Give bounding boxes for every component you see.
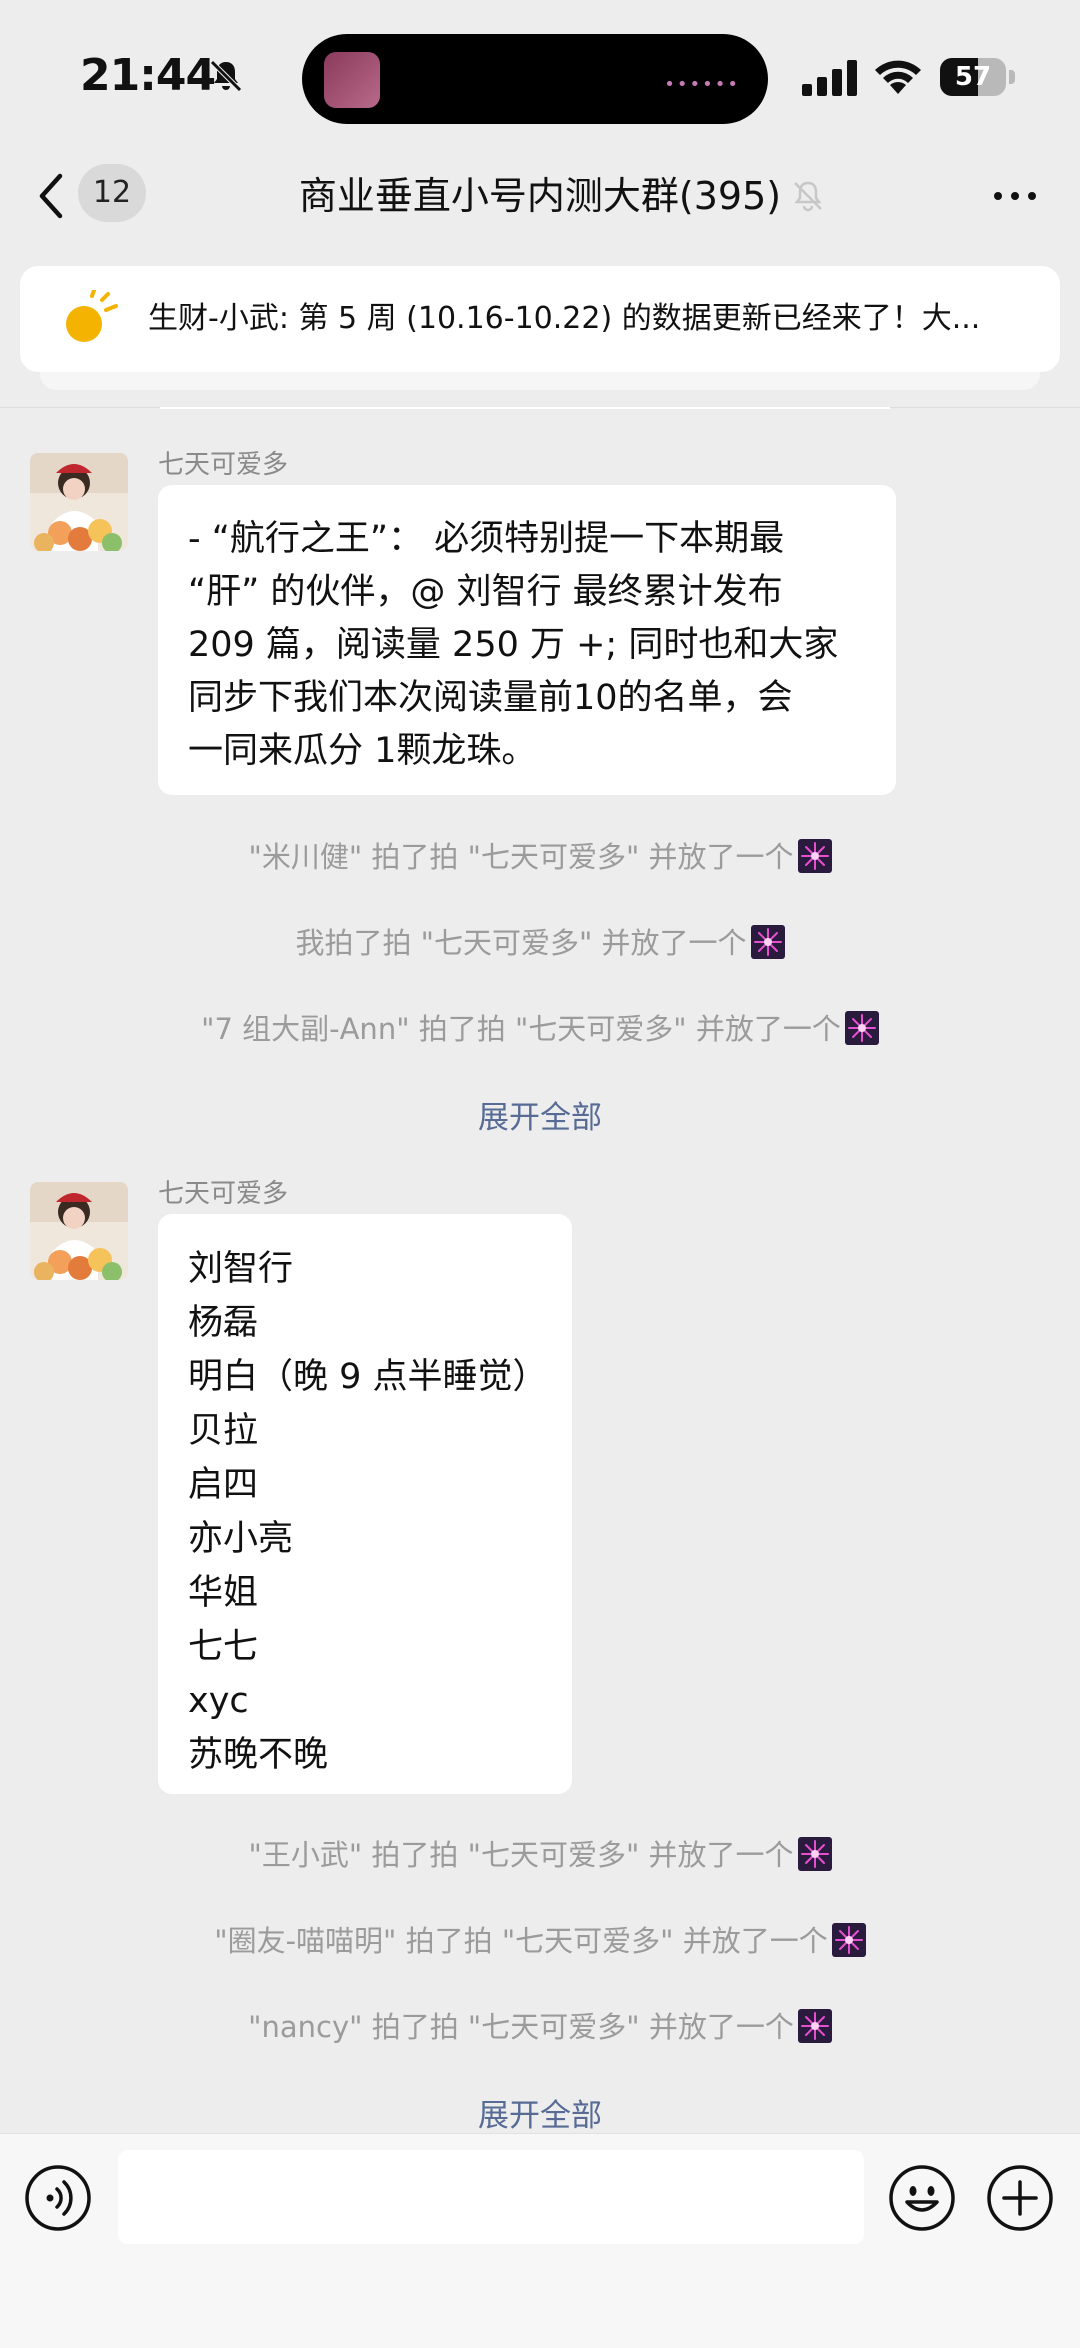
firework-emoji-icon — [797, 2009, 832, 2043]
message-line: 同步下我们本次阅读量前10的名单，会 — [188, 678, 793, 718]
audio-wave-icon: •••••• — [664, 74, 740, 95]
message-line: 七七 — [188, 1627, 259, 1667]
emoji-icon[interactable] — [888, 2164, 956, 2232]
avatar[interactable] — [30, 1182, 128, 1280]
avatar[interactable] — [30, 453, 128, 551]
message-line: 苏晚不晚 — [188, 1735, 329, 1775]
message-line: 华姐 — [188, 1573, 259, 1613]
message-line: 刘智行 — [188, 1249, 294, 1289]
dynamic-island: •••••• — [302, 34, 768, 124]
message-line: 启四 — [188, 1465, 259, 1505]
group-chat-title: 商业垂直小号内测大群(395) — [298, 174, 782, 218]
firework-emoji-icon — [797, 1837, 832, 1871]
unread-count-badge[interactable]: 12 — [78, 164, 146, 222]
pat-notification: "圈友-喵喵明" 拍了拍 "七天可爱多" 并放了一个 — [0, 1918, 1080, 1960]
message-line: 一同来瓜分 1颗龙珠。 — [188, 731, 537, 771]
cellular-signal-icon — [802, 60, 857, 96]
pat-notification: "7 组大副-Ann" 拍了拍 "七天可爱多" 并放了一个 — [0, 1006, 1080, 1048]
firework-emoji-icon — [750, 925, 785, 959]
sun-announcement-icon — [66, 290, 118, 342]
live-activity-app-icon — [324, 52, 380, 108]
message-line: 明白（晚 9 点半睡觉） — [188, 1357, 548, 1397]
message-input-bar — [0, 2133, 1080, 2348]
status-bar: 21:44 •••••• 57 — [0, 0, 1080, 150]
chat-header: 12 商业垂直小号内测大群(395) — [0, 150, 1080, 260]
status-time: 21:44 — [80, 50, 216, 101]
message-line: 亦小亮 — [188, 1519, 294, 1559]
message-line: 209 篇，阅读量 250 万 +; 同时也和大家 — [188, 625, 839, 665]
message-sender: 七天可爱多 — [158, 450, 289, 480]
message-line: xyc — [188, 1681, 249, 1721]
back-arrow-icon[interactable] — [30, 168, 70, 224]
voice-input-icon[interactable] — [24, 2164, 92, 2232]
message-bubble[interactable]: - “航行之王”： 必须特别提一下本期最 “肝” 的伙伴，@ 刘智行 最终累计发… — [158, 485, 896, 795]
firework-emoji-icon — [831, 1923, 866, 1957]
message-line: 杨磊 — [188, 1303, 259, 1343]
message-line: “肝” 的伙伴，@ 刘智行 最终累计发布 — [188, 572, 783, 612]
pat-notification: "王小武" 拍了拍 "七天可爱多" 并放了一个 — [0, 1832, 1080, 1874]
message-line: - “航行之王”： 必须特别提一下本期最 — [188, 519, 785, 559]
pat-notification: "nancy" 拍了拍 "七天可爱多" 并放了一个 — [0, 2004, 1080, 2046]
firework-emoji-icon — [797, 839, 832, 873]
bell-muted-icon — [210, 60, 242, 92]
expand-all-link[interactable]: 展开全部 — [0, 2090, 1080, 2135]
pinned-announcement[interactable]: 生财-小武: 第 5 周 (10.16-10.22) 的数据更新已经来了！大..… — [20, 266, 1060, 372]
more-options-icon[interactable] — [990, 168, 1040, 224]
wifi-icon — [875, 60, 921, 94]
expand-all-link[interactable]: 展开全部 — [0, 1092, 1080, 1137]
pinned-announcement-text: 生财-小武: 第 5 周 (10.16-10.22) 的数据更新已经来了！大..… — [148, 301, 981, 336]
message-bubble[interactable]: 刘智行 杨磊 明白（晚 9 点半睡觉） 贝拉 启四 亦小亮 华姐 七七 xyc … — [158, 1214, 572, 1794]
pat-notification: 我拍了拍 "七天可爱多" 并放了一个 — [0, 920, 1080, 962]
message-text-input[interactable] — [118, 2150, 864, 2244]
plus-icon[interactable] — [986, 2164, 1054, 2232]
pat-notification: "米川健" 拍了拍 "七天可爱多" 并放了一个 — [0, 834, 1080, 876]
bell-muted-icon — [794, 181, 822, 212]
firework-emoji-icon — [844, 1011, 879, 1045]
battery-indicator: 57 — [940, 58, 1016, 96]
battery-percent: 57 — [954, 62, 992, 92]
message-sender: 七天可爱多 — [158, 1179, 289, 1209]
message-line: 贝拉 — [188, 1411, 259, 1451]
